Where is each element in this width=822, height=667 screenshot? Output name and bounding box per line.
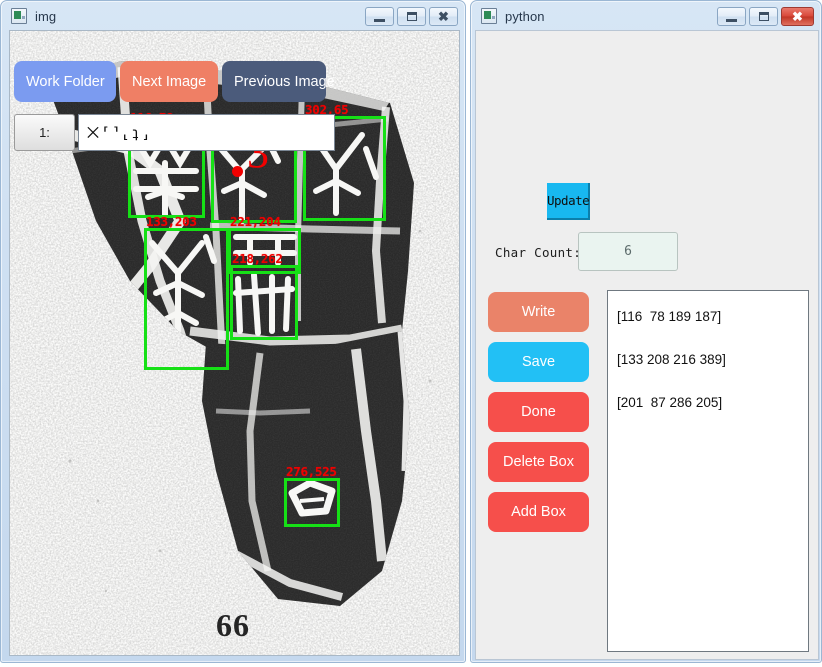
character-entry-row: 1:	[14, 114, 335, 151]
write-button[interactable]: Write	[488, 292, 589, 332]
char-index-button[interactable]: 1:	[14, 114, 75, 151]
annotation-box[interactable]	[230, 265, 298, 340]
coordinate-line: [133 208 216 389]	[617, 352, 726, 367]
save-button[interactable]: Save	[488, 342, 589, 382]
coordinate-line: [201 87 286 205]	[617, 395, 723, 410]
close-icon: ✖	[438, 9, 449, 24]
maximize-button[interactable]	[749, 7, 778, 26]
close-button[interactable]: ✖	[781, 7, 814, 26]
annotation-box-label: 218,262	[232, 251, 283, 266]
navigation-button-row: Work Folder Next Image Previous Image	[14, 61, 335, 102]
minimize-icon	[726, 18, 737, 22]
coordinate-list-box[interactable]: [116 78 189 187] [133 208 216 389] [201 87…	[607, 290, 809, 652]
python-window-titlebar[interactable]: python ✖	[474, 4, 818, 28]
char-transcription-input[interactable]	[78, 114, 335, 151]
image-app-icon	[11, 8, 27, 24]
rubbing-number: 66	[216, 607, 250, 643]
work-folder-button[interactable]: Work Folder	[14, 61, 116, 102]
selected-point-dot	[232, 166, 243, 177]
delete-box-button[interactable]: Delete Box	[488, 442, 589, 482]
done-button[interactable]: Done	[488, 392, 589, 432]
img-window-titlebar[interactable]: img ✖	[4, 4, 462, 28]
screen-root: img ✖ 302,65 133,203 221,204 218,262 276…	[0, 0, 822, 667]
minimize-button[interactable]	[717, 7, 746, 26]
next-image-button[interactable]: Next Image	[120, 61, 218, 102]
python-window-controls: ✖	[717, 7, 814, 26]
img-window-controls: ✖	[365, 7, 458, 26]
img-window-title: img	[35, 8, 57, 24]
char-count-value: 6	[578, 232, 678, 271]
python-window-title: python	[505, 8, 545, 24]
annotation-box-label: 133,203	[146, 214, 197, 229]
annotation-box[interactable]	[144, 228, 229, 370]
close-button[interactable]: ✖	[429, 7, 458, 26]
char-count-label: Char Count:	[495, 245, 582, 260]
coordinate-line: [116 78 189 187]	[617, 309, 722, 324]
action-button-column: Write Save Done Delete Box Add Box	[488, 292, 589, 532]
annotation-box[interactable]	[284, 478, 340, 527]
add-box-button[interactable]: Add Box	[488, 492, 589, 532]
python-app-icon	[481, 8, 497, 24]
close-icon: ✖	[792, 9, 803, 24]
update-button[interactable]: Update	[547, 183, 590, 220]
previous-image-button[interactable]: Previous Image	[222, 61, 335, 102]
maximize-button[interactable]	[397, 7, 426, 26]
maximize-icon	[758, 12, 769, 21]
annotation-box-label: 221,204	[230, 214, 281, 229]
maximize-icon	[406, 12, 417, 21]
minimize-button[interactable]	[365, 7, 394, 26]
annotation-box-label: 276,525	[286, 464, 337, 479]
minimize-icon	[374, 18, 385, 22]
